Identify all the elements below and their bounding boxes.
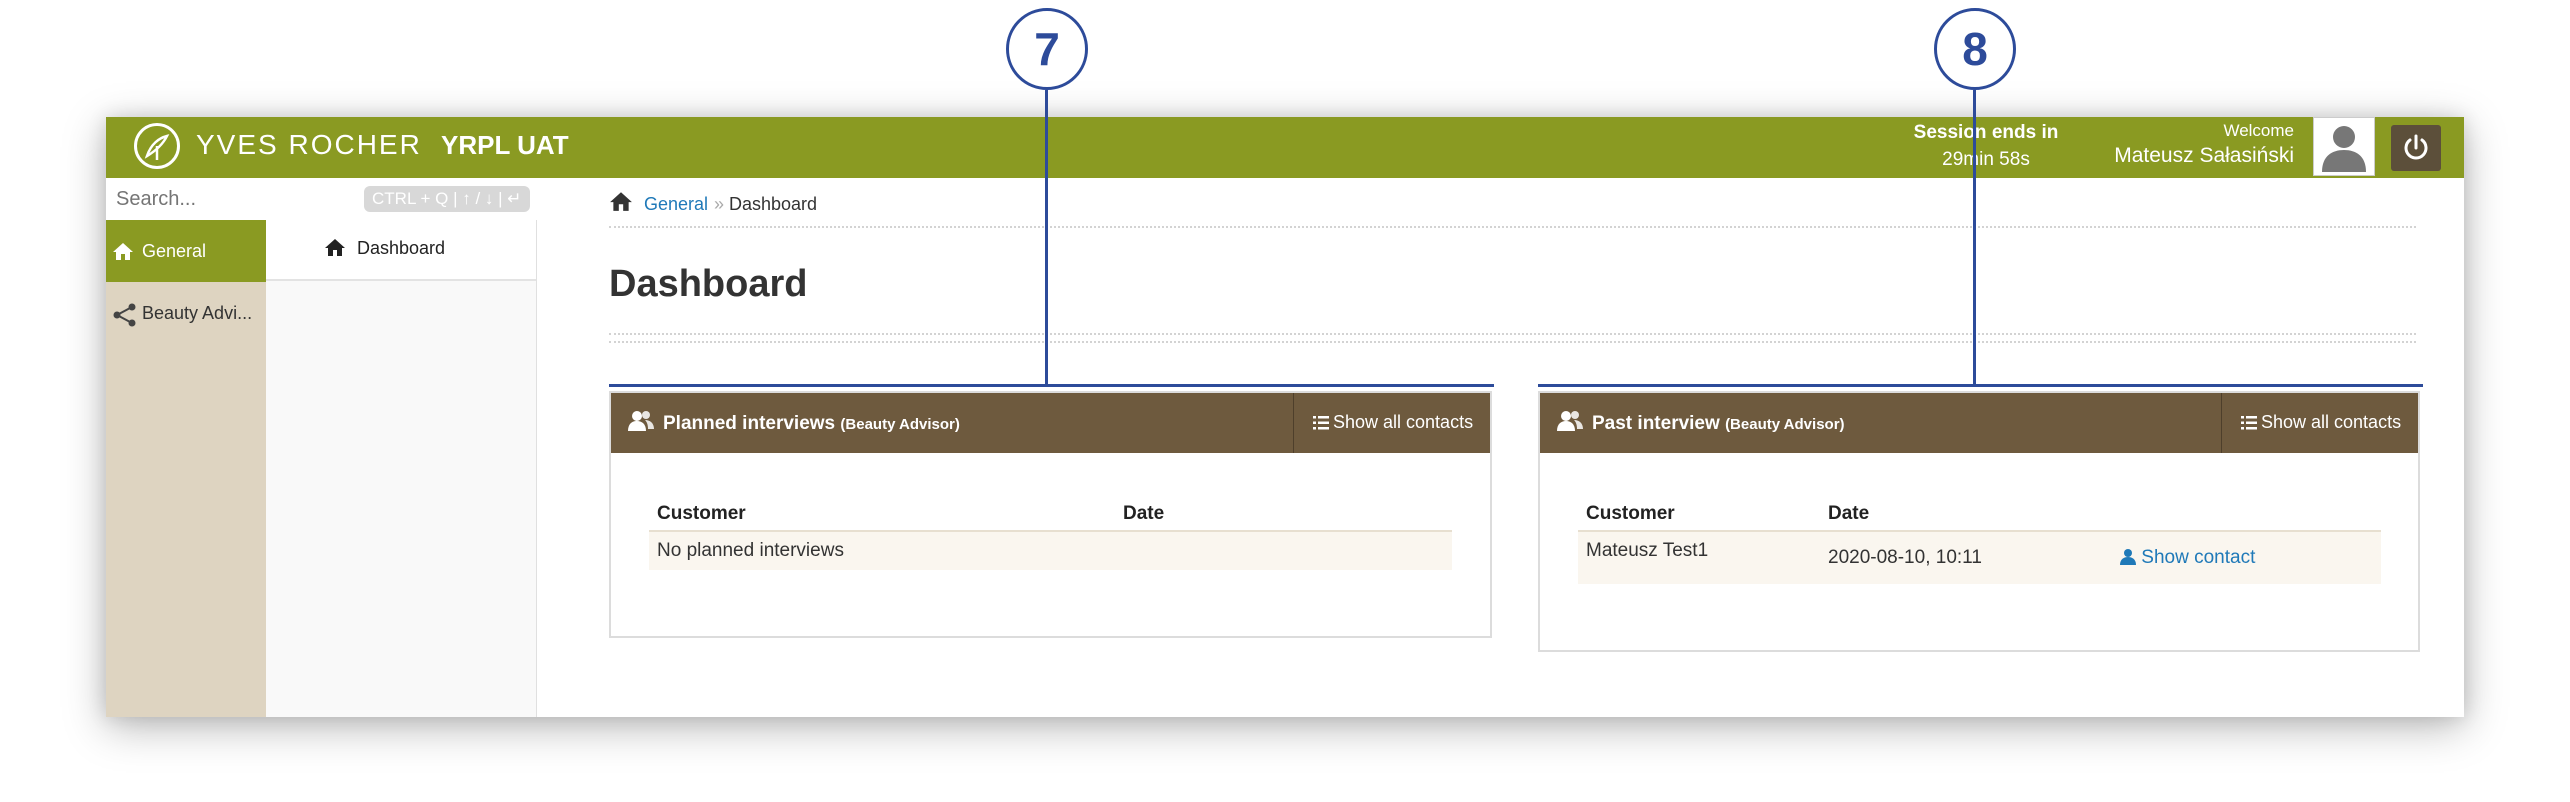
annotation-connector: [1045, 90, 1048, 387]
annotation-marker-7: 7: [1006, 8, 1088, 90]
button-label: Show all contacts: [2261, 412, 2402, 432]
customer-cell: Mateusz Test1: [1586, 540, 1709, 561]
users-icon: [1557, 411, 1583, 431]
main-content: General » Dashboard Dashboard Planned in…: [536, 178, 2464, 717]
breadcrumb-link-general[interactable]: General: [644, 194, 708, 215]
user-icon: [2120, 549, 2136, 565]
annotation-connector: [1973, 90, 1976, 387]
home-icon: [325, 239, 345, 256]
share-icon: [113, 303, 136, 327]
panel-header: Past interview (Beauty Advisor) Show all…: [1540, 393, 2418, 453]
panel-subtitle: (Beauty Advisor): [840, 416, 960, 433]
panel-title-text: Planned interviews: [663, 413, 836, 434]
welcome-label: Welcome: [2223, 121, 2294, 140]
show-contact-label: Show contact: [2141, 547, 2256, 568]
breadcrumb-separator: »: [714, 194, 725, 214]
home-icon[interactable]: [609, 190, 633, 212]
show-all-contacts-button[interactable]: Show all contacts: [1293, 393, 1490, 453]
submenu-item-dashboard[interactable]: Dashboard: [266, 220, 536, 281]
search-input[interactable]: [114, 182, 348, 216]
sidebar: General Beauty Advi...: [106, 220, 266, 717]
column-header-customer: Customer: [1586, 503, 1675, 524]
date-cell: 2020-08-10, 10:11: [1828, 547, 1982, 568]
table-row: Mateusz Test1 2020-08-10, 10:11 Show con…: [1578, 532, 2381, 584]
brand-name: YVES ROCHER: [196, 129, 422, 160]
list-icon: [1313, 416, 1329, 430]
search-bar: CTRL + Q | ↑ / ↓ | ↵: [106, 178, 536, 221]
annotation-marker-8: 8: [1934, 8, 2016, 90]
annotation-underline: [1538, 384, 2423, 387]
submenu-item-label: Dashboard: [357, 238, 446, 258]
app-window: YVES ROCHER YRPL UAT Session ends in 29m…: [106, 117, 2464, 717]
panel-subtitle: (Beauty Advisor): [1725, 416, 1845, 433]
sidebar-item-beauty-advisor[interactable]: Beauty Advi...: [106, 282, 266, 344]
session-timer: Session ends in 29min 58s: [1911, 119, 2061, 173]
logout-button[interactable]: [2391, 125, 2441, 171]
sidebar-item-general[interactable]: General: [106, 220, 266, 282]
user-silhouette-icon: [2322, 126, 2366, 172]
sidebar-item-label: Beauty Advi...: [142, 303, 253, 323]
session-time: 29min 58s: [1942, 149, 2030, 170]
past-interview-panel: Past interview (Beauty Advisor) Show all…: [1538, 391, 2420, 652]
divider: [609, 226, 2416, 228]
list-icon: [2241, 416, 2257, 430]
column-header-customer: Customer: [657, 503, 746, 524]
table-row: No planned interviews: [649, 532, 1452, 570]
button-label: Show all contacts: [1333, 412, 1474, 432]
column-header-date: Date: [1828, 503, 1870, 524]
show-contact-link[interactable]: Show contact: [2120, 547, 2255, 569]
sidebar-item-label: General: [142, 241, 207, 261]
divider: [609, 341, 2416, 343]
brand-logo-icon: [134, 123, 180, 169]
submenu: Dashboard: [266, 220, 537, 717]
search-shortcut-hint: CTRL + Q | ↑ / ↓ | ↵: [364, 186, 530, 212]
page-title: Dashboard: [609, 263, 808, 305]
show-all-contacts-button[interactable]: Show all contacts: [2221, 393, 2418, 453]
panel-title: Planned interviews (Beauty Advisor): [663, 413, 960, 435]
home-icon: [113, 243, 133, 260]
app-name: YRPL UAT: [441, 130, 569, 160]
panel-title: Past interview (Beauty Advisor): [1592, 413, 1845, 435]
column-header-date: Date: [1123, 503, 1165, 524]
avatar[interactable]: [2313, 117, 2375, 176]
panel-header: Planned interviews (Beauty Advisor) Show…: [611, 393, 1490, 453]
top-bar: YVES ROCHER YRPL UAT Session ends in 29m…: [106, 117, 2464, 178]
user-welcome: Welcome Mateusz Sałasiński: [2114, 120, 2294, 170]
breadcrumb-current: Dashboard: [729, 194, 818, 214]
user-name: Mateusz Sałasiński: [2114, 144, 2294, 167]
power-icon: [2404, 134, 2428, 160]
session-label: Session ends in: [1913, 122, 2059, 143]
divider: [609, 333, 2416, 335]
planned-interviews-panel: Planned interviews (Beauty Advisor) Show…: [609, 391, 1492, 638]
empty-state-text: No planned interviews: [657, 540, 844, 561]
panel-title-text: Past interview: [1592, 413, 1720, 434]
annotation-underline: [609, 384, 1494, 387]
users-icon: [628, 411, 654, 431]
